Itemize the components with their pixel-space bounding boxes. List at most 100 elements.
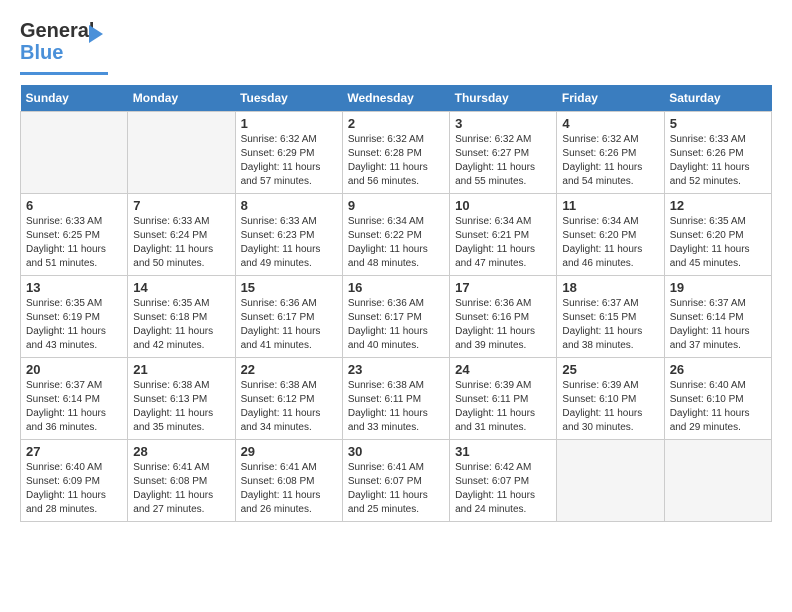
day-detail: Sunrise: 6:38 AMSunset: 6:13 PMDaylight:… xyxy=(133,379,229,435)
day-detail: Sunrise: 6:32 AMSunset: 6:28 PMDaylight:… xyxy=(348,133,444,189)
day-number: 29 xyxy=(241,444,337,459)
calendar-cell: 28Sunrise: 6:41 AMSunset: 6:08 PMDayligh… xyxy=(128,440,235,522)
calendar-cell: 7 Sunrise: 6:33 AMSunset: 6:24 PMDaylight… xyxy=(128,194,235,276)
day-detail: Sunrise: 6:33 AMSunset: 6:23 PMDaylight:… xyxy=(241,215,337,271)
day-detail: Sunrise: 6:39 AMSunset: 6:11 PMDaylight:… xyxy=(455,379,551,435)
calendar-cell: 4 Sunrise: 6:32 AMSunset: 6:26 PMDaylight… xyxy=(557,112,664,194)
day-number: 4 xyxy=(562,116,658,131)
day-number: 2 xyxy=(348,116,444,131)
calendar-cell: 11 Sunrise: 6:34 AMSunset: 6:20 PMDayligh… xyxy=(557,194,664,276)
day-number: 1 xyxy=(241,116,337,131)
calendar-cell: 25Sunrise: 6:39 AMSunset: 6:10 PMDayligh… xyxy=(557,358,664,440)
day-number: 14 xyxy=(133,280,229,295)
day-detail: Sunrise: 6:40 AMSunset: 6:09 PMDaylight:… xyxy=(26,461,122,517)
calendar-week-row: 27 Sunrise: 6:40 AMSunset: 6:09 PMDayligh… xyxy=(21,440,772,522)
day-number: 28 xyxy=(133,444,229,459)
page-header: General Blue xyxy=(20,20,772,75)
day-number: 26 xyxy=(670,362,766,377)
weekday-header-sunday: Sunday xyxy=(21,85,128,112)
day-number: 13 xyxy=(26,280,122,295)
day-detail: Sunrise: 6:39 AMSunset: 6:10 PMDaylight:… xyxy=(562,379,658,435)
calendar-cell: 23Sunrise: 6:38 AMSunset: 6:11 PMDayligh… xyxy=(342,358,449,440)
logo-underline xyxy=(20,72,108,75)
day-number: 20 xyxy=(26,362,122,377)
day-number: 9 xyxy=(348,198,444,213)
weekday-header-monday: Monday xyxy=(128,85,235,112)
calendar-table: SundayMondayTuesdayWednesdayThursdayFrid… xyxy=(20,85,772,522)
day-detail: Sunrise: 6:32 AMSunset: 6:27 PMDaylight:… xyxy=(455,133,551,189)
calendar-cell: 26 Sunrise: 6:40 AMSunset: 6:10 PMDayligh… xyxy=(664,358,771,440)
day-detail: Sunrise: 6:36 AMSunset: 6:17 PMDaylight:… xyxy=(241,297,337,353)
day-number: 27 xyxy=(26,444,122,459)
day-detail: Sunrise: 6:41 AMSunset: 6:07 PMDaylight:… xyxy=(348,461,444,517)
calendar-cell xyxy=(557,440,664,522)
day-number: 23 xyxy=(348,362,444,377)
day-detail: Sunrise: 6:35 AMSunset: 6:18 PMDaylight:… xyxy=(133,297,229,353)
day-detail: Sunrise: 6:33 AMSunset: 6:25 PMDaylight:… xyxy=(26,215,122,271)
calendar-cell: 31 Sunrise: 6:42 AMSunset: 6:07 PMDayligh… xyxy=(450,440,557,522)
calendar-cell: 16Sunrise: 6:36 AMSunset: 6:17 PMDayligh… xyxy=(342,276,449,358)
day-number: 15 xyxy=(241,280,337,295)
day-detail: Sunrise: 6:36 AMSunset: 6:16 PMDaylight:… xyxy=(455,297,551,353)
calendar-cell: 1 Sunrise: 6:32 AMSunset: 6:29 PMDaylight… xyxy=(235,112,342,194)
day-detail: Sunrise: 6:35 AMSunset: 6:20 PMDaylight:… xyxy=(670,215,766,271)
calendar-cell: 8 Sunrise: 6:33 AMSunset: 6:23 PMDaylight… xyxy=(235,194,342,276)
logo-arrow-icon xyxy=(89,25,103,43)
weekday-header-wednesday: Wednesday xyxy=(342,85,449,112)
day-detail: Sunrise: 6:37 AMSunset: 6:15 PMDaylight:… xyxy=(562,297,658,353)
day-number: 3 xyxy=(455,116,551,131)
day-detail: Sunrise: 6:34 AMSunset: 6:21 PMDaylight:… xyxy=(455,215,551,271)
calendar-week-row: 1 Sunrise: 6:32 AMSunset: 6:29 PMDaylight… xyxy=(21,112,772,194)
calendar-body: 1 Sunrise: 6:32 AMSunset: 6:29 PMDaylight… xyxy=(21,112,772,522)
day-number: 17 xyxy=(455,280,551,295)
day-number: 16 xyxy=(348,280,444,295)
calendar-cell: 20 Sunrise: 6:37 AMSunset: 6:14 PMDayligh… xyxy=(21,358,128,440)
day-number: 8 xyxy=(241,198,337,213)
calendar-cell: 30Sunrise: 6:41 AMSunset: 6:07 PMDayligh… xyxy=(342,440,449,522)
day-detail: Sunrise: 6:34 AMSunset: 6:22 PMDaylight:… xyxy=(348,215,444,271)
day-number: 7 xyxy=(133,198,229,213)
calendar-cell: 15 Sunrise: 6:36 AMSunset: 6:17 PMDayligh… xyxy=(235,276,342,358)
calendar-cell: 14 Sunrise: 6:35 AMSunset: 6:18 PMDayligh… xyxy=(128,276,235,358)
day-number: 6 xyxy=(26,198,122,213)
day-detail: Sunrise: 6:32 AMSunset: 6:29 PMDaylight:… xyxy=(241,133,337,189)
day-number: 22 xyxy=(241,362,337,377)
calendar-cell: 5 Sunrise: 6:33 AMSunset: 6:26 PMDaylight… xyxy=(664,112,771,194)
calendar-header-row: SundayMondayTuesdayWednesdayThursdayFrid… xyxy=(21,85,772,112)
day-detail: Sunrise: 6:32 AMSunset: 6:26 PMDaylight:… xyxy=(562,133,658,189)
calendar-cell: 24Sunrise: 6:39 AMSunset: 6:11 PMDayligh… xyxy=(450,358,557,440)
day-detail: Sunrise: 6:35 AMSunset: 6:19 PMDaylight:… xyxy=(26,297,122,353)
calendar-cell xyxy=(664,440,771,522)
day-number: 10 xyxy=(455,198,551,213)
day-detail: Sunrise: 6:38 AMSunset: 6:12 PMDaylight:… xyxy=(241,379,337,435)
day-detail: Sunrise: 6:34 AMSunset: 6:20 PMDaylight:… xyxy=(562,215,658,271)
calendar-cell: 27 Sunrise: 6:40 AMSunset: 6:09 PMDayligh… xyxy=(21,440,128,522)
day-number: 31 xyxy=(455,444,551,459)
logo-blue-text: Blue xyxy=(20,42,63,65)
day-detail: Sunrise: 6:33 AMSunset: 6:24 PMDaylight:… xyxy=(133,215,229,271)
weekday-header-tuesday: Tuesday xyxy=(235,85,342,112)
calendar-cell xyxy=(21,112,128,194)
calendar-cell: 22 Sunrise: 6:38 AMSunset: 6:12 PMDayligh… xyxy=(235,358,342,440)
day-number: 19 xyxy=(670,280,766,295)
calendar-cell: 9 Sunrise: 6:34 AMSunset: 6:22 PMDaylight… xyxy=(342,194,449,276)
calendar-cell: 6 Sunrise: 6:33 AMSunset: 6:25 PMDaylight… xyxy=(21,194,128,276)
day-number: 11 xyxy=(562,198,658,213)
day-detail: Sunrise: 6:41 AMSunset: 6:08 PMDaylight:… xyxy=(241,461,337,517)
calendar-cell xyxy=(128,112,235,194)
calendar-cell: 10 Sunrise: 6:34 AMSunset: 6:21 PMDayligh… xyxy=(450,194,557,276)
calendar-cell: 12Sunrise: 6:35 AMSunset: 6:20 PMDayligh… xyxy=(664,194,771,276)
calendar-cell: 21Sunrise: 6:38 AMSunset: 6:13 PMDayligh… xyxy=(128,358,235,440)
calendar-week-row: 20 Sunrise: 6:37 AMSunset: 6:14 PMDayligh… xyxy=(21,358,772,440)
calendar-week-row: 13 Sunrise: 6:35 AMSunset: 6:19 PMDayligh… xyxy=(21,276,772,358)
weekday-header-thursday: Thursday xyxy=(450,85,557,112)
calendar-cell: 3 Sunrise: 6:32 AMSunset: 6:27 PMDaylight… xyxy=(450,112,557,194)
day-number: 5 xyxy=(670,116,766,131)
day-number: 18 xyxy=(562,280,658,295)
weekday-header-friday: Friday xyxy=(557,85,664,112)
day-detail: Sunrise: 6:42 AMSunset: 6:07 PMDaylight:… xyxy=(455,461,551,517)
day-detail: Sunrise: 6:37 AMSunset: 6:14 PMDaylight:… xyxy=(26,379,122,435)
day-detail: Sunrise: 6:40 AMSunset: 6:10 PMDaylight:… xyxy=(670,379,766,435)
day-detail: Sunrise: 6:33 AMSunset: 6:26 PMDaylight:… xyxy=(670,133,766,189)
calendar-cell: 17 Sunrise: 6:36 AMSunset: 6:16 PMDayligh… xyxy=(450,276,557,358)
